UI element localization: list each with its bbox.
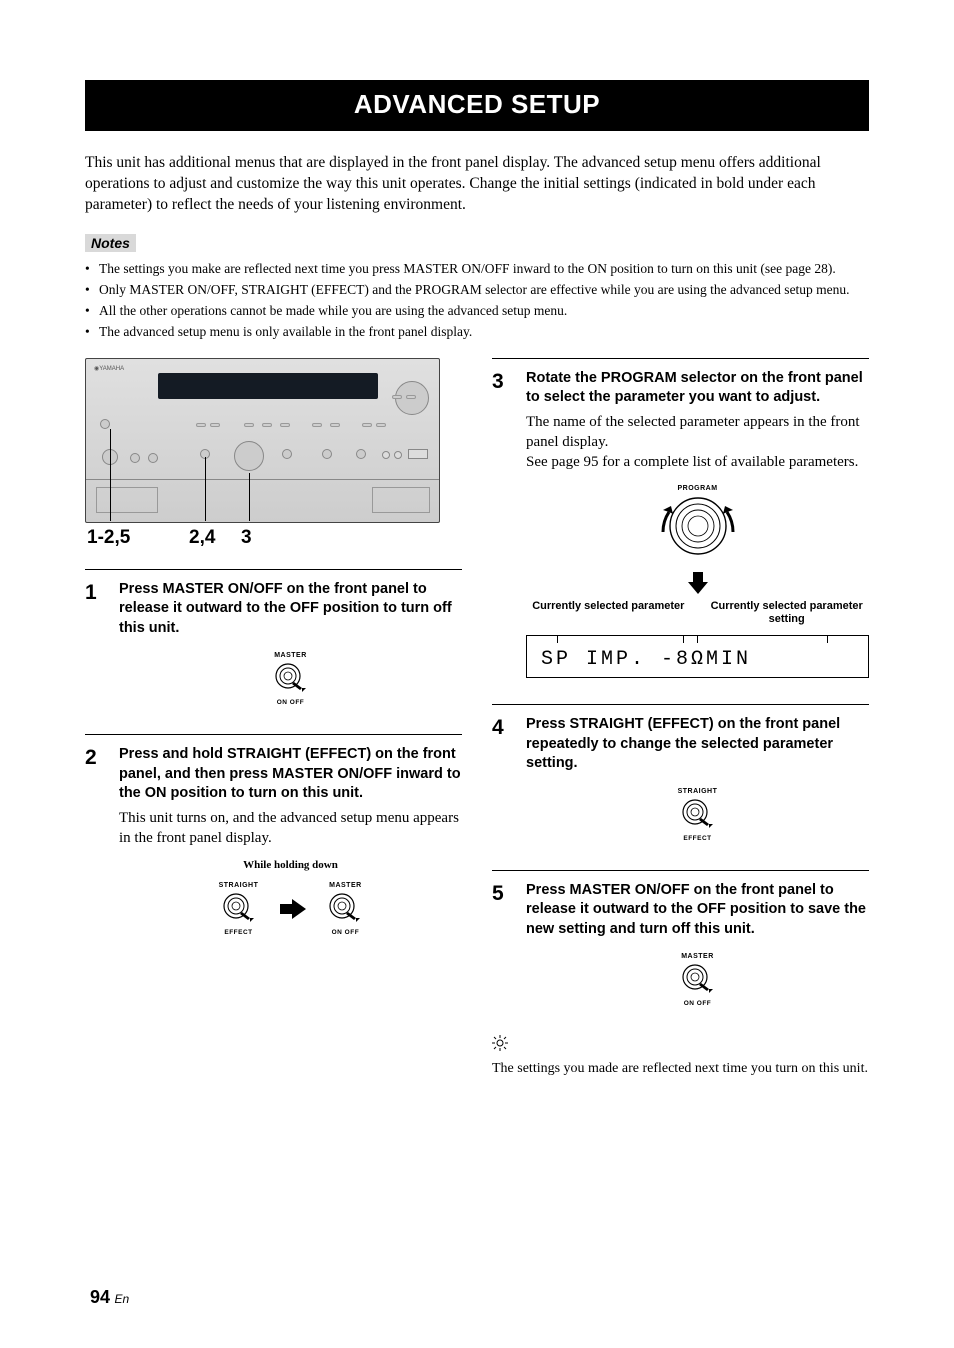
step-number: 3 <box>492 369 512 392</box>
on-off-label: ON OFF <box>119 699 462 706</box>
page-title: ADVANCED SETUP <box>85 80 869 131</box>
right-column: 3 Rotate the PROGRAM selector on the fro… <box>492 358 869 1080</box>
straight-knob-figure: STRAIGHT EFFECT <box>526 788 869 842</box>
step-heading: Press MASTER ON/OFF on the front panel t… <box>526 881 869 940</box>
master-label: MASTER <box>119 652 462 659</box>
on-off-label: ON OFF <box>526 1000 869 1007</box>
page-number-value: 94 <box>90 1287 110 1307</box>
program-label: PROGRAM <box>526 485 869 492</box>
panel-ref-c: 3 <box>241 527 252 549</box>
straight-label: STRAIGHT <box>219 882 259 889</box>
tip-text: The settings you made are reflected next… <box>492 1060 869 1079</box>
tip-icon <box>492 1035 508 1056</box>
step-1: 1 Press MASTER ON/OFF on the front panel… <box>85 580 462 725</box>
current-setting-caption: Currently selected parameter setting <box>704 600 869 628</box>
effect-label: EFFECT <box>219 929 259 936</box>
on-off-label: ON OFF <box>328 929 362 936</box>
step-number: 4 <box>492 715 512 738</box>
knob-icon <box>274 662 308 692</box>
knob-icon <box>681 963 715 993</box>
lcd-display: SP IMP. -8ΩMIN <box>526 635 869 678</box>
knob-icon <box>222 892 256 922</box>
panel-ref-a: 1-2,5 <box>87 527 130 549</box>
step-heading: Press and hold STRAIGHT (EFFECT) on the … <box>119 745 462 804</box>
divider <box>492 870 869 871</box>
program-selector-diagram: PROGRAM <box>526 485 869 679</box>
note-item: All the other operations cannot be made … <box>85 302 869 320</box>
page-number: 94 En <box>90 1287 129 1308</box>
divider <box>492 704 869 705</box>
lcd-text: SP IMP. -8ΩMIN <box>541 648 751 671</box>
step-2: 2 Press and hold STRAIGHT (EFFECT) on th… <box>85 745 462 935</box>
step-number: 1 <box>85 580 105 603</box>
divider <box>85 734 462 735</box>
master-knob-figure: MASTER ON OFF <box>119 652 462 706</box>
current-param-caption: Currently selected parameter <box>526 600 691 628</box>
tip-block: The settings you made are reflected next… <box>492 1035 869 1079</box>
front-panel-diagram: ◉YAMAHA <box>85 358 440 523</box>
hold-figure-row: STRAIGHT EFFECT <box>119 882 462 936</box>
notes-heading: Notes <box>85 234 136 252</box>
note-item: The advanced setup menu is only availabl… <box>85 323 869 341</box>
master-label: MASTER <box>328 882 362 889</box>
arrow-right-icon <box>280 899 306 919</box>
step-text: See page 95 for a complete list of avail… <box>526 452 869 472</box>
straight-label: STRAIGHT <box>526 788 869 795</box>
step-heading: Rotate the PROGRAM selector on the front… <box>526 369 869 408</box>
note-item: The settings you make are reflected next… <box>85 260 869 278</box>
page-number-suffix: En <box>114 1292 129 1306</box>
divider <box>492 358 869 359</box>
intro-paragraph: This unit has additional menus that are … <box>85 153 869 216</box>
step-4: 4 Press STRAIGHT (EFFECT) on the front p… <box>492 715 869 860</box>
step-3: 3 Rotate the PROGRAM selector on the fro… <box>492 369 869 694</box>
step-text: This unit turns on, and the advanced set… <box>119 808 462 849</box>
note-item: Only MASTER ON/OFF, STRAIGHT (EFFECT) an… <box>85 281 869 299</box>
effect-label: EFFECT <box>526 835 869 842</box>
step-heading: Press MASTER ON/OFF on the front panel t… <box>119 580 462 639</box>
program-knob-icon <box>633 492 763 566</box>
left-column: ◉YAMAHA <box>85 358 462 946</box>
knob-icon <box>681 798 715 828</box>
step-text: The name of the selected parameter appea… <box>526 412 869 453</box>
step-number: 5 <box>492 881 512 904</box>
knob-icon <box>328 892 362 922</box>
step-number: 2 <box>85 745 105 768</box>
holding-caption: While holding down <box>119 859 462 872</box>
master-knob-figure: MASTER ON OFF <box>526 953 869 1007</box>
arrow-down-icon <box>526 572 869 594</box>
master-label: MASTER <box>526 953 869 960</box>
step-heading: Press STRAIGHT (EFFECT) on the front pan… <box>526 715 869 774</box>
divider <box>85 569 462 570</box>
panel-ref-b: 2,4 <box>189 527 215 549</box>
step-5: 5 Press MASTER ON/OFF on the front panel… <box>492 881 869 1026</box>
notes-list: The settings you make are reflected next… <box>85 260 869 342</box>
